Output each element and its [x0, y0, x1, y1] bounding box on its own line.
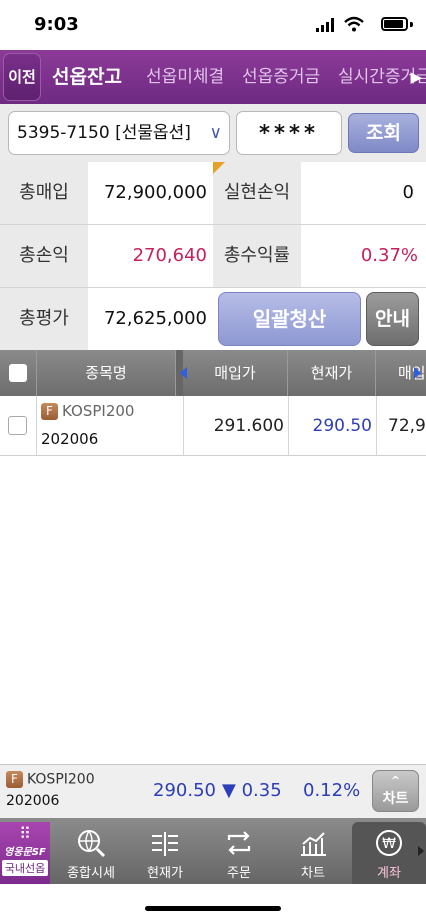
tab-futures-balance[interactable]: 선옵잔고: [52, 50, 122, 104]
status-bar: 9:03: [0, 0, 426, 50]
futures-badge-icon: F: [41, 403, 58, 420]
account-select-value: 5395-7150 [선물옵션]: [17, 123, 191, 143]
bar-chart-icon: [301, 832, 326, 856]
table-header: 종목명 매입가 현재가 매입: [0, 350, 426, 396]
table-row[interactable]: F KOSPI200 202006 291.600 290.50 72,9: [0, 396, 426, 456]
divider: [0, 224, 426, 225]
nav-order[interactable]: 주문: [202, 822, 276, 884]
signal-icon: [316, 18, 334, 32]
account-select[interactable]: 5395-7150 [선물옵션] ∨: [8, 111, 230, 155]
scroll-left-icon[interactable]: [180, 367, 187, 379]
realized-label: 실현손익: [213, 162, 301, 224]
select-all-checkbox[interactable]: [9, 364, 27, 382]
wifi-icon: [344, 16, 364, 32]
battery-tip: [410, 22, 413, 27]
tab-futures-unfilled[interactable]: 선옵미체결: [146, 50, 224, 104]
info-button[interactable]: 안내: [366, 292, 419, 346]
row-buy-price: 291.600: [213, 416, 284, 436]
back-button[interactable]: 이전: [3, 53, 41, 101]
total-eval-value: 72,625,000: [88, 288, 213, 350]
battery-icon: [381, 17, 408, 31]
quote-price: 290.50: [153, 780, 216, 801]
chevron-right-icon[interactable]: ▶: [410, 50, 422, 104]
nav-market-label: 종합시세: [67, 866, 115, 881]
cell-divider: [36, 396, 37, 456]
bulk-liquidate-button[interactable]: 일괄청산: [218, 292, 361, 346]
nav-market[interactable]: 종합시세: [54, 822, 128, 884]
row-checkbox[interactable]: [8, 416, 27, 435]
row-name-text: KOSPI200: [62, 402, 135, 420]
bottom-nav: ⠿ 영웅문SF 국내선옵 종합시세 현재가 주문 차트 ₩ 계좌: [0, 818, 426, 884]
nav-order-label: 주문: [227, 866, 251, 881]
nav-chart-label: 차트: [301, 866, 325, 881]
row-cur-price: 290.50: [312, 416, 372, 436]
home-indicator-area: [0, 884, 426, 922]
quote-bar[interactable]: F KOSPI200 202006 290.50 ▼ 0.35 0.12% ^ 차…: [0, 764, 426, 818]
status-time: 9:03: [34, 14, 79, 35]
chart-button-label: 차트: [382, 791, 409, 807]
exchange-arrows-icon: [227, 831, 251, 855]
price-list-icon: [152, 832, 178, 856]
account-row: 5395-7150 [선물옵션] ∨ **** 조회: [0, 104, 426, 162]
divider: [0, 287, 426, 288]
tab-futures-margin[interactable]: 선옵증거금: [242, 50, 320, 104]
nav-price-label: 현재가: [147, 866, 183, 881]
corner-marker: [213, 162, 225, 174]
globe-search-icon: [78, 830, 106, 858]
row-code: 202006: [41, 430, 99, 448]
app-market: 국내선옵: [2, 860, 48, 876]
nav-chart[interactable]: 차트: [276, 822, 350, 884]
home-indicator[interactable]: [145, 906, 281, 911]
col-cur-price: 현재가: [288, 350, 376, 396]
query-button[interactable]: 조회: [348, 113, 419, 153]
total-buy-value: 72,900,000: [88, 162, 213, 224]
quote-name: F KOSPI200: [6, 771, 95, 788]
total-pl-label: 총손익: [0, 225, 88, 287]
won-icon: ₩: [376, 830, 402, 856]
summary-panel: 총매입 72,900,000 실현손익 0 총손익 270,640 총수익률 0…: [0, 162, 426, 350]
more-arrow-icon[interactable]: [418, 846, 424, 856]
chevron-down-icon: ∨: [209, 123, 222, 143]
quote-rate: 0.12%: [303, 780, 361, 801]
total-rate-value: 0.37%: [301, 225, 426, 287]
top-tab-bar: 이전 선옵잔고 선옵미체결 선옵증거금 실시간증거금 ▶: [0, 50, 426, 104]
nav-account-label: 계좌: [377, 866, 401, 881]
total-buy-label: 총매입: [0, 162, 88, 224]
realized-value: 0: [301, 162, 426, 224]
grid-icon: ⠿: [19, 824, 31, 843]
col-name: 종목명: [37, 350, 176, 396]
quote-change: ▼ 0.35: [222, 780, 282, 801]
total-pl-value: 270,640: [88, 225, 213, 287]
chevron-up-icon: ^: [390, 774, 401, 787]
svg-text:₩: ₩: [382, 836, 396, 852]
total-rate-label: 총수익률: [213, 225, 301, 287]
quote-code: 202006: [6, 793, 60, 809]
futures-badge-icon: F: [6, 771, 23, 788]
home-menu-button[interactable]: ⠿ 영웅문SF 국내선옵: [0, 822, 50, 884]
row-buy-amount: 72,9: [388, 416, 426, 436]
header-check-cell: [0, 350, 37, 396]
scroll-right-icon[interactable]: [414, 367, 421, 379]
row-name: F KOSPI200: [41, 402, 134, 420]
total-eval-label: 총평가: [0, 288, 88, 350]
nav-account[interactable]: ₩ 계좌: [352, 822, 426, 884]
app-name: 영웅문SF: [4, 847, 46, 858]
password-field[interactable]: ****: [236, 111, 342, 155]
nav-price[interactable]: 현재가: [128, 822, 202, 884]
col-buy-price: 매입가: [183, 350, 288, 396]
quote-name-text: KOSPI200: [27, 771, 95, 788]
chart-button[interactable]: ^ 차트: [372, 770, 419, 812]
